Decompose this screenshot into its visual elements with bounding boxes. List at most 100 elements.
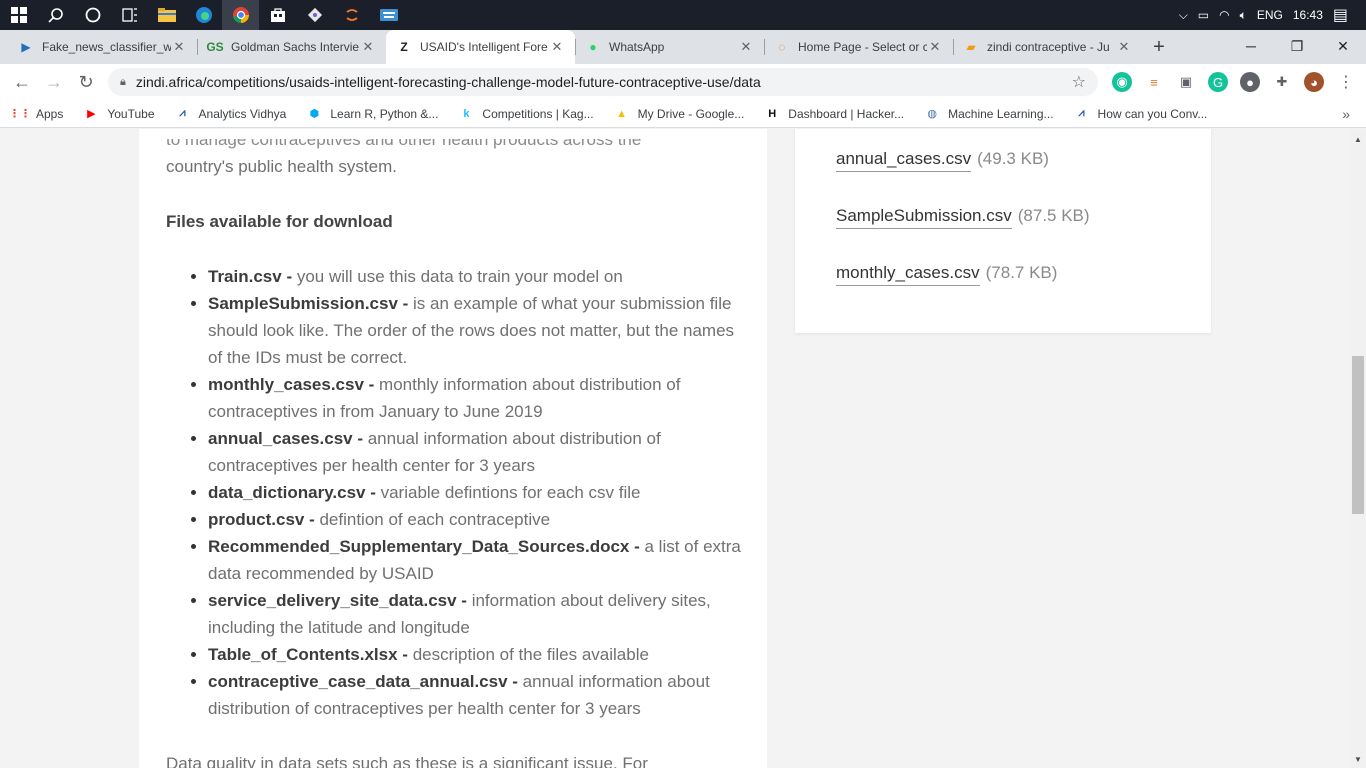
kebab-menu-icon[interactable]: ⋮: [1336, 72, 1356, 92]
tab-close-icon[interactable]: ✕: [360, 39, 376, 55]
tab-0[interactable]: ▶ Fake_news_classifier_wi ✕: [8, 30, 197, 64]
grammarly-g-icon[interactable]: G: [1208, 72, 1228, 92]
file-list-item: contraceptive_case_data_annual.csv - ann…: [208, 668, 746, 722]
chevron-up-icon[interactable]: ⌵: [1179, 8, 1188, 23]
bookmark-item[interactable]: k Competitions | Kag...: [458, 106, 593, 122]
file-list-item: Recommended_Supplementary_Data_Sources.d…: [208, 533, 746, 587]
language-indicator[interactable]: ENG: [1257, 8, 1283, 22]
bookmark-item[interactable]: ▶ YouTube: [83, 106, 154, 122]
bookmark-item[interactable]: ⬢ Learn R, Python &...: [306, 106, 439, 122]
system-tray: ⌵ ▭ ◠ 🔈︎ ENG 16:43 ▤: [1179, 0, 1366, 30]
hackerrank-icon: H: [768, 107, 777, 120]
reload-button[interactable]: ↻: [70, 66, 102, 98]
file-separator: -: [456, 591, 472, 610]
files-heading: Files available for download: [166, 212, 393, 231]
puzzle-extensions-icon[interactable]: ✚: [1272, 72, 1292, 92]
tab-5[interactable]: ▰ zindi contraceptive - Ju ✕: [953, 30, 1142, 64]
windows-taskbar: ⌵ ▭ ◠ 🔈︎ ENG 16:43 ▤: [0, 0, 1366, 30]
windows-start-icon[interactable]: [0, 0, 37, 30]
task-view-icon[interactable]: [111, 0, 148, 30]
file-name: Table_of_Contents.xlsx: [208, 645, 398, 664]
tab-3[interactable]: ● WhatsApp ✕: [575, 30, 764, 64]
file-explorer-icon[interactable]: [148, 0, 185, 30]
page-scrollbar[interactable]: ▲ ▼: [1350, 129, 1366, 768]
scroll-down-icon[interactable]: ▼: [1354, 755, 1362, 764]
search-icon[interactable]: [37, 0, 74, 30]
bookmark-star-icon[interactable]: ☆: [1072, 72, 1086, 92]
tag-extension-icon[interactable]: ≡: [1144, 72, 1164, 92]
window-controls: ─ ❐ ✕: [1228, 30, 1366, 62]
file-name: Train.csv: [208, 267, 282, 286]
new-tab-button[interactable]: +: [1142, 30, 1176, 64]
file-list-item: Train.csv - you will use this data to tr…: [208, 263, 746, 290]
file-separator: -: [363, 375, 380, 394]
cortana-icon[interactable]: [74, 0, 111, 30]
file-separator: -: [281, 267, 297, 286]
download-link[interactable]: annual_cases.csv: [836, 149, 972, 172]
tab-2[interactable]: Z USAID's Intelligent Fore ✕: [386, 30, 575, 64]
address-bar[interactable]: 🔒︎ zindi.africa/competitions/usaids-inte…: [108, 68, 1098, 96]
analytics-vidhya-icon: ⩘: [1078, 107, 1085, 119]
clock[interactable]: 16:43: [1293, 8, 1323, 22]
bookmark-item[interactable]: ⋮⋮ Apps: [9, 106, 63, 122]
file-size: (87.5 KB): [1017, 206, 1090, 225]
file-separator: -: [397, 294, 414, 313]
tab-close-icon[interactable]: ✕: [927, 39, 943, 55]
intro-text-clipped: to manage contraceptives and other healt…: [166, 139, 642, 149]
kaggle-icon: k: [463, 107, 470, 120]
scroll-up-icon[interactable]: ▲: [1354, 135, 1362, 144]
downloads-card: annual_cases.csv (49.3 KB) SampleSubmissio…: [795, 129, 1211, 333]
notification-icon[interactable]: ▤: [1333, 5, 1348, 25]
url-text[interactable]: zindi.africa/competitions/usaids-intelli…: [136, 74, 1072, 90]
tab-close-icon[interactable]: ✕: [549, 39, 565, 55]
download-row: SampleSubmission.csv (87.5 KB): [836, 206, 1090, 229]
back-button[interactable]: ←: [6, 66, 38, 98]
file-description: variable defintions for each csv file: [380, 483, 641, 502]
cast-extension-icon[interactable]: ▣: [1176, 72, 1196, 92]
bookmark-item[interactable]: ◍ Machine Learning...: [924, 106, 1053, 122]
tab-favicon-icon: Z: [400, 40, 408, 54]
store-icon[interactable]: [259, 0, 296, 30]
download-link[interactable]: SampleSubmission.csv: [836, 206, 1012, 229]
wifi-icon[interactable]: ◠: [1219, 8, 1229, 22]
scrollbar-thumb[interactable]: [1352, 356, 1364, 514]
git-icon[interactable]: [296, 0, 333, 30]
tab-close-icon[interactable]: ✕: [1116, 39, 1132, 55]
tab-title: zindi contraceptive - Ju: [987, 40, 1110, 54]
keyboard-icon[interactable]: [370, 0, 407, 30]
avatar[interactable]: ◕: [1304, 72, 1324, 92]
grammarly-extension-icon[interactable]: ◉: [1112, 72, 1132, 92]
chevron-right-icon[interactable]: »: [1342, 106, 1350, 122]
tab-4[interactable]: ◌ Home Page - Select or c ✕: [764, 30, 953, 64]
tab-strip: ▶ Fake_news_classifier_wi ✕ GS Goldman Sachs…: [0, 30, 1366, 64]
file-list-item: annual_cases.csv - annual information ab…: [208, 425, 746, 479]
volume-icon[interactable]: 🔈︎: [1240, 8, 1247, 23]
jupyter-icon[interactable]: [333, 0, 370, 30]
page-viewport: to manage contraceptives and other healt…: [0, 129, 1350, 768]
file-name: annual_cases.csv: [208, 429, 353, 448]
chrome-icon[interactable]: [222, 0, 259, 30]
file-size: (49.3 KB): [977, 149, 1049, 168]
bookmark-item[interactable]: ⩘ How can you Conv...: [1074, 106, 1208, 122]
bookmark-item[interactable]: ▲ My Drive - Google...: [614, 106, 744, 122]
close-window-button[interactable]: ✕: [1320, 30, 1366, 62]
bookmark-item[interactable]: ⩘ Analytics Vidhya: [175, 106, 286, 122]
forward-button[interactable]: →: [38, 66, 70, 98]
bookmark-item[interactable]: H Dashboard | Hacker...: [764, 106, 904, 122]
edge-icon[interactable]: [185, 0, 222, 30]
tab-close-icon[interactable]: ✕: [738, 39, 754, 55]
bookmark-label: How can you Conv...: [1097, 106, 1208, 121]
restore-button[interactable]: ❐: [1274, 30, 1320, 62]
download-link[interactable]: monthly_cases.csv: [836, 263, 980, 286]
google-drive-icon: ▲: [616, 107, 628, 120]
tab-1[interactable]: GS Goldman Sachs Intervie ✕: [197, 30, 386, 64]
settings-extension-icon[interactable]: ●: [1240, 72, 1260, 92]
tab-close-icon[interactable]: ✕: [171, 39, 187, 55]
file-separator: -: [629, 537, 645, 556]
minimize-button[interactable]: ─: [1228, 30, 1274, 62]
tab-favicon-icon: ●: [589, 40, 597, 54]
lock-icon[interactable]: 🔒︎: [120, 76, 126, 89]
tab-favicon-icon: ▰: [966, 40, 976, 54]
file-separator: -: [365, 483, 381, 502]
battery-icon[interactable]: ▭: [1198, 8, 1209, 22]
